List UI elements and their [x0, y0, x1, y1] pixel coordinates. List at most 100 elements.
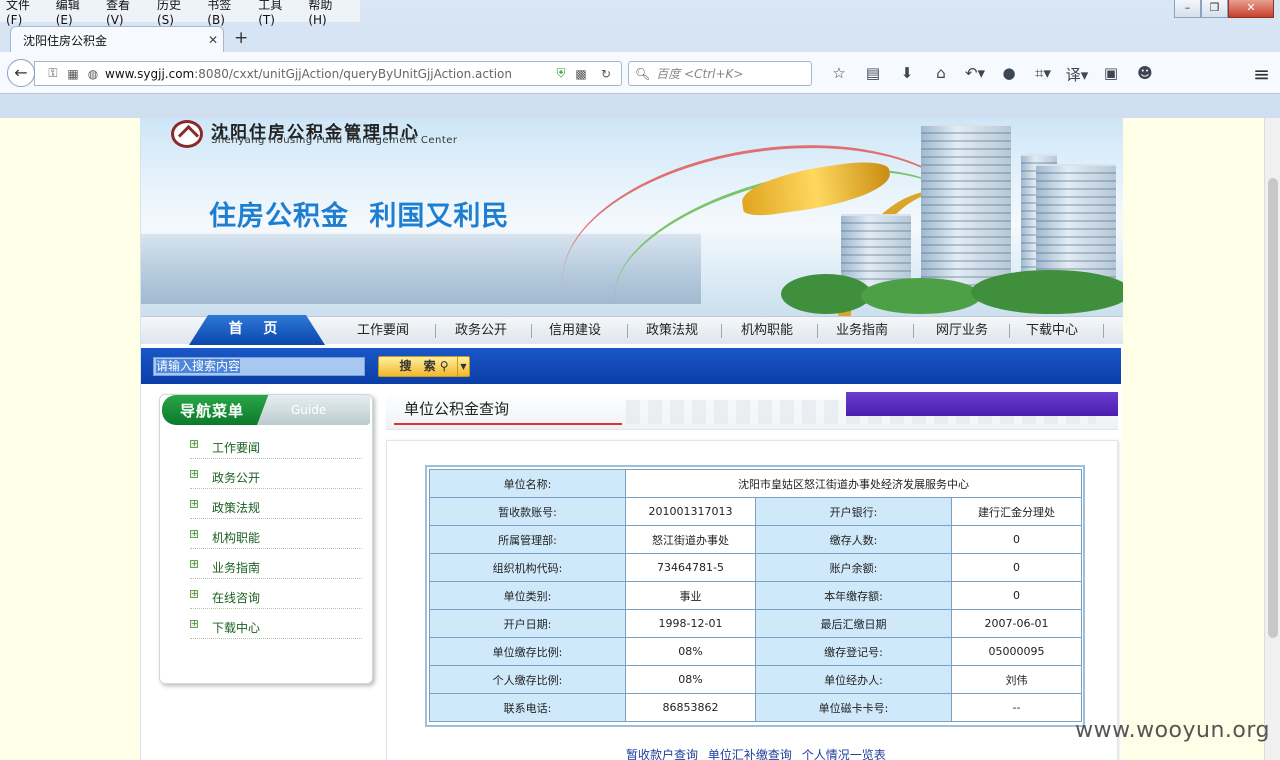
close-tab-icon[interactable]: ✕	[203, 33, 223, 47]
new-tab-icon[interactable]: +	[234, 28, 248, 48]
sidebar-item-label: 下载中心	[212, 621, 261, 635]
nav-item-gov-affairs[interactable]: 政务公开	[455, 317, 507, 345]
field-label: 暂收款账号:	[429, 497, 626, 526]
toolbar-icons: ☆ ▤ ⬇ ⌂ ↶▾ ● ⌗▾ 译▾ ▣ ☻	[822, 64, 1162, 85]
sidebar-item-gov-affairs[interactable]: + 政务公开	[190, 465, 362, 489]
sidebar-item-guide[interactable]: + 业务指南	[190, 555, 362, 579]
magnifier-icon: 🔍︎	[635, 66, 651, 81]
maximize-icon[interactable]: ❐	[1201, 0, 1228, 18]
content-header: 单位公积金查询	[386, 392, 1118, 430]
nav-item-downloads[interactable]: 下载中心	[1026, 317, 1078, 345]
watermark-text: www.wooyun.org	[1075, 718, 1270, 743]
translate-icon[interactable]: 译▾	[1060, 64, 1094, 85]
nav-separator	[721, 324, 722, 338]
browser-search-box[interactable]: 🔍︎ 百度 <Ctrl+K>	[628, 61, 812, 86]
tree	[971, 270, 1123, 314]
undo-icon[interactable]: ↶▾	[958, 64, 992, 85]
nav-home[interactable]: 首 页	[189, 315, 325, 345]
table-row: 开户日期: 1998-12-01 最后汇缴日期 2007-06-01	[429, 609, 1083, 638]
home-icon[interactable]: ⌂	[924, 64, 958, 85]
field-label: 联系电话:	[429, 693, 626, 722]
field-label: 账户余额:	[755, 553, 952, 582]
close-window-icon[interactable]: ✕	[1228, 0, 1274, 18]
nav-item-guide[interactable]: 业务指南	[836, 317, 888, 345]
sidebar-item-policy[interactable]: + 政策法规	[190, 495, 362, 519]
page-scrollbar[interactable]	[1264, 118, 1280, 760]
hamburger-menu-icon[interactable]: ≡	[1253, 62, 1270, 86]
field-value: --	[950, 693, 1083, 722]
bottom-links: 暂收款户查询 单位汇补缴查询 个人情况一览表	[626, 746, 892, 760]
emoji-icon[interactable]: ☻	[1128, 64, 1162, 85]
nav-separator	[1009, 324, 1010, 338]
nav-item-organization[interactable]: 机构职能	[741, 317, 793, 345]
minimize-icon[interactable]: –	[1174, 0, 1201, 18]
nav-item-credit[interactable]: 信用建设	[549, 317, 601, 345]
menu-tools[interactable]: 工具(T)	[258, 0, 296, 27]
field-value: 08%	[625, 637, 756, 666]
nav-separator	[1103, 324, 1104, 338]
page-info-icon[interactable]: ▦	[63, 67, 83, 81]
sidebar-item-work-news[interactable]: + 工作要闻	[190, 435, 362, 459]
browser-tab[interactable]: 沈阳住房公积金 ✕	[10, 26, 224, 53]
table-row: 所属管理部: 怒江街道办事处 缴存人数: 0	[429, 525, 1083, 554]
menu-help[interactable]: 帮助(H)	[308, 0, 348, 27]
nav-menu-title: 导航菜单	[180, 402, 245, 420]
table-row: 个人缴存比例: 08% 单位经办人: 刘伟	[429, 665, 1083, 694]
reading-list-icon[interactable]: ▤	[856, 64, 890, 85]
field-value: 建行汇金分理处	[950, 497, 1083, 526]
site-search-input[interactable]: 请输入搜索内容	[153, 357, 365, 376]
field-value: 2007-06-01	[950, 609, 1083, 638]
search-magnifier-icon: ⚲	[439, 359, 449, 373]
menu-history[interactable]: 历史(S)	[157, 0, 195, 27]
url-bar[interactable]: ⚿ ▦ ◍ www.sygjj.com:8080/cxxt/unitGjjAct…	[34, 61, 622, 86]
sidebar-item-label: 在线咨询	[212, 591, 261, 605]
field-value: 08%	[625, 665, 756, 694]
url-text[interactable]: www.sygjj.com:8080/cxxt/unitGjjAction/qu…	[103, 67, 551, 81]
field-value: 0	[950, 581, 1083, 610]
qrcode-icon[interactable]: ▩	[571, 67, 591, 81]
shield-icon[interactable]: ⛨	[551, 66, 571, 81]
link-temp-account-query[interactable]: 暂收款户查询	[626, 748, 698, 760]
plus-bullet-icon: +	[190, 469, 198, 478]
browser-search-placeholder: 百度 <Ctrl+K>	[656, 67, 744, 81]
site-search-bar: 请输入搜索内容 搜 索⚲ ▼	[141, 348, 1121, 384]
chat-icon[interactable]: ●	[992, 64, 1026, 85]
window-controls: – ❐ ✕	[1174, 0, 1274, 18]
crop-icon[interactable]: ⌗▾	[1026, 64, 1060, 85]
sidebar-item-consult[interactable]: + 在线咨询	[190, 585, 362, 609]
site-page: 沈阳住房公积金管理中心 Shenyang Housing Fund Manage…	[140, 118, 1123, 760]
nav-menu-header: 导航菜单 Guide	[162, 395, 370, 425]
field-label: 缴存登记号:	[755, 637, 952, 666]
back-button[interactable]: ←	[7, 59, 35, 87]
menu-file[interactable]: 文件(F)	[6, 0, 44, 27]
reload-icon[interactable]: ↻	[591, 67, 621, 81]
banner-slogan: 住房公积金 利国又利民	[209, 201, 510, 232]
phone-icon[interactable]: ▣	[1094, 64, 1128, 85]
back-arrow-icon: ←	[14, 63, 28, 82]
site-search-button[interactable]: 搜 索⚲ ▼	[378, 356, 470, 377]
query-result-panel: 单位名称: 沈阳市皇姑区怒江街道办事处经济发展服务中心 暂收款账号: 20100…	[386, 440, 1118, 760]
plus-bullet-icon: +	[190, 559, 198, 568]
menu-bookmarks[interactable]: 书签(B)	[207, 0, 246, 27]
nav-item-work-news[interactable]: 工作要闻	[357, 317, 409, 345]
nav-menu-subtitle: Guide	[257, 395, 370, 425]
search-dropdown-icon[interactable]: ▼	[457, 357, 469, 376]
menu-edit[interactable]: 编辑(E)	[56, 0, 94, 27]
table-row: 单位名称: 沈阳市皇姑区怒江街道办事处经济发展服务中心	[429, 469, 1083, 498]
nav-item-policy[interactable]: 政策法规	[646, 317, 698, 345]
nav-separator	[531, 324, 532, 338]
sidebar-item-downloads[interactable]: + 下载中心	[190, 615, 362, 639]
scrollbar-thumb[interactable]	[1268, 178, 1278, 638]
download-icon[interactable]: ⬇	[890, 64, 924, 85]
link-personal-overview[interactable]: 个人情况一览表	[802, 748, 886, 760]
search-button-label: 搜 索	[399, 359, 440, 373]
link-unit-supplement-query[interactable]: 单位汇补缴查询	[708, 748, 792, 760]
key-icon[interactable]: ⚿	[43, 66, 63, 81]
sidebar-item-organization[interactable]: + 机构职能	[190, 525, 362, 549]
plus-bullet-icon: +	[190, 439, 198, 448]
field-value: 86853862	[625, 693, 756, 722]
menu-view[interactable]: 查看(V)	[106, 0, 145, 27]
nav-item-online-hall[interactable]: 网厅业务	[936, 317, 988, 345]
field-value: 0	[950, 525, 1083, 554]
bookmark-star-icon[interactable]: ☆	[822, 64, 856, 85]
